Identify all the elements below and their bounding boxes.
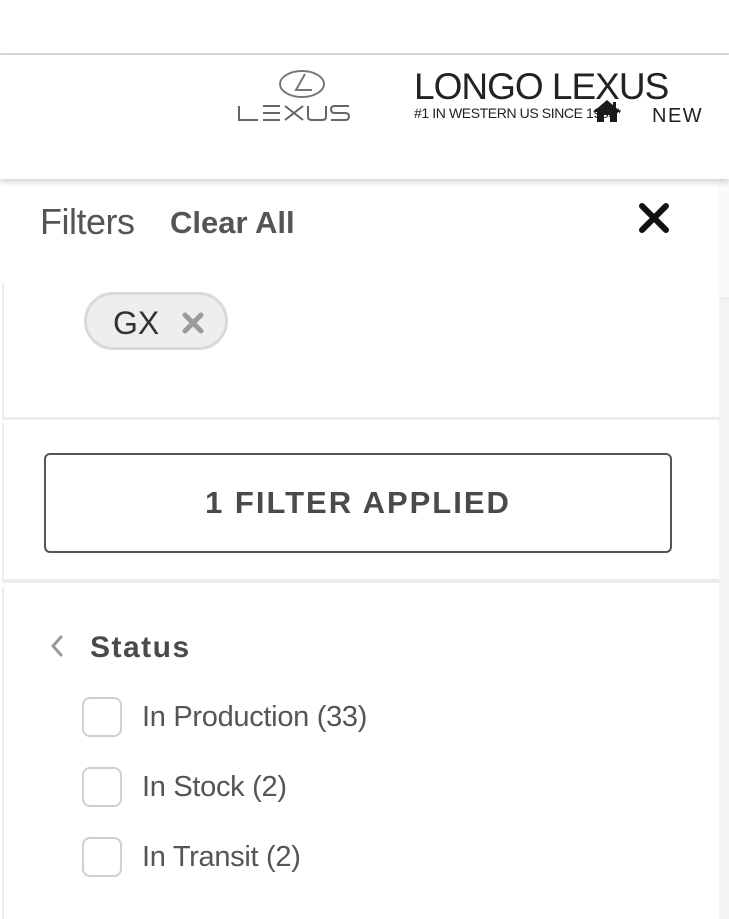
status-option-in-transit[interactable]: In Transit (2): [82, 837, 482, 877]
dealer-tagline: #1 IN WESTERN US SINCE 1985*: [414, 105, 621, 121]
filter-chip[interactable]: GX: [84, 292, 228, 350]
top-bar: [0, 0, 729, 55]
applied-filters-section: 1 FILTER APPLIED: [2, 423, 719, 583]
panel-edge-top: [719, 179, 729, 299]
filters-applied-button[interactable]: 1 FILTER APPLIED: [44, 453, 672, 553]
chevron-left-icon: [50, 635, 63, 657]
checkbox[interactable]: [82, 697, 122, 737]
status-option-in-stock[interactable]: In Stock (2): [82, 767, 482, 807]
status-section-toggle[interactable]: Status: [48, 627, 208, 667]
option-label: In Production (33): [142, 701, 368, 733]
filters-header: Filters Clear All: [0, 179, 719, 282]
checkbox[interactable]: [82, 837, 122, 877]
close-icon[interactable]: [637, 201, 671, 235]
lexus-emblem-icon[interactable]: [278, 69, 326, 99]
status-label: Status: [90, 631, 191, 664]
option-label: In Stock (2): [142, 771, 287, 803]
site-header: LONGO LEXUS #1 IN WESTERN US SINCE 1985*…: [0, 55, 729, 179]
status-filter-section: Status In Production (33) In Stock (2) I…: [2, 587, 719, 919]
filters-title: Filters: [40, 201, 135, 242]
chip-label: GX: [113, 305, 160, 341]
dealer-name[interactable]: LONGO LEXUS: [414, 65, 669, 109]
lexus-wordmark-logo[interactable]: [236, 103, 370, 123]
status-option-in-production[interactable]: In Production (33): [82, 697, 482, 737]
nav-new-link[interactable]: NEW: [652, 105, 703, 128]
option-label: In Transit (2): [142, 841, 301, 873]
home-icon[interactable]: [592, 99, 622, 123]
clear-all-button[interactable]: Clear All: [170, 205, 295, 241]
checkbox[interactable]: [82, 767, 122, 807]
active-filter-chips: GX: [2, 282, 719, 420]
remove-x-icon[interactable]: [181, 311, 205, 335]
filters-panel: Filters Clear All GX 1 FILTER APPLIED St…: [0, 179, 719, 919]
